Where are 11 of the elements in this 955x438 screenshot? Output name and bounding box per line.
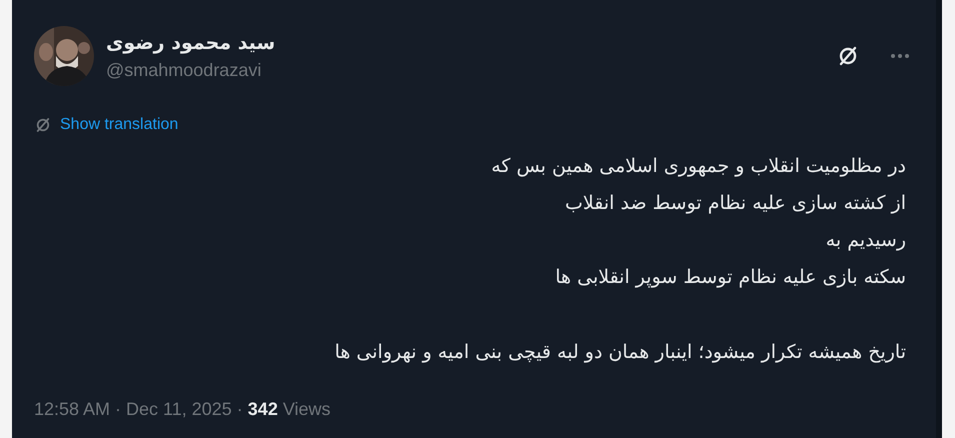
post-text-line: در مظلومیت انقلاب و جمهوری اسلامی همین بس که: [491, 154, 906, 179]
show-translation-link[interactable]: Show translation: [60, 116, 178, 134]
author-handle[interactable]: @smahmoodrazavi: [106, 60, 822, 80]
post-text-line: سکته بازی علیه نظام توسط سوپر انقلابی ها: [555, 265, 906, 290]
post-timestamp: 12:58 AM · Dec 11, 2025 · 342 Views: [34, 399, 332, 420]
post-text-line: تاریخ همیشه تکرار میشود؛ اینبار همان دو لبه قیچی بنی امیه و نهروانی ها: [334, 340, 906, 365]
translate-icon: [34, 116, 52, 134]
post-text-line: رسیدیم به: [826, 228, 906, 253]
post-text-line: از کشته سازی علیه نظام توسط ضد انقلاب: [565, 191, 906, 216]
more-icon[interactable]: [888, 51, 912, 61]
author-name[interactable]: سید محمود رضوی: [106, 32, 822, 54]
